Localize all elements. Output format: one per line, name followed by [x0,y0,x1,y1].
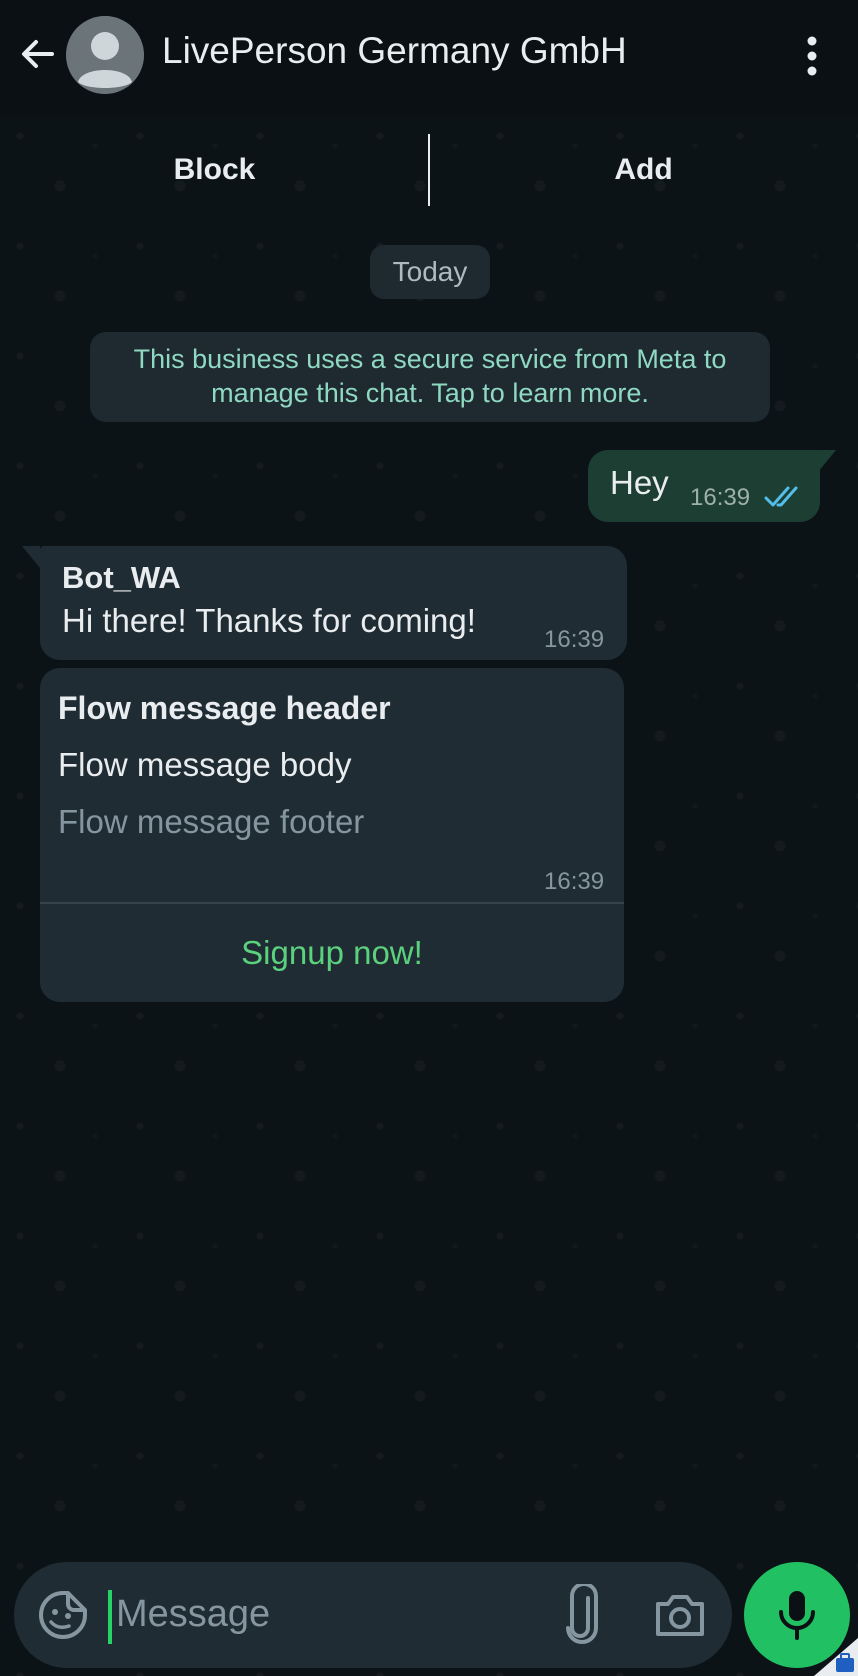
flow-message: Flow message header Flow message body Fl… [40,668,624,1002]
message-text: Hi there! Thanks for coming! [62,602,476,639]
incoming-bubble-tail [22,546,40,568]
sticker-emoji-icon [39,1591,87,1639]
flow-message-footer: Flow message footer [58,803,365,840]
paperclip-icon [566,1582,598,1644]
message-input[interactable] [110,1582,496,1646]
add-button[interactable]: Add [429,116,858,224]
chat-header: LivePerson Germany GmbH [0,0,858,116]
signup-now-button[interactable]: Signup now! [40,904,624,1002]
message-composer [14,1562,732,1668]
arrow-left-icon [22,40,54,68]
flow-message-body: Flow message body [58,746,352,783]
back-button[interactable] [14,30,62,78]
briefcase-badge-icon [814,1638,858,1676]
outgoing-message[interactable]: Hey 16:39 [588,450,820,522]
chat-title[interactable]: LivePerson Germany GmbH [162,30,627,72]
contact-avatar[interactable] [66,16,144,94]
camera-icon [656,1595,704,1636]
microphone-icon [779,1591,815,1640]
emoji-button[interactable] [36,1588,90,1642]
sender-name: Bot_WA [62,560,181,595]
message-time: 16:39 [690,484,751,511]
flow-message-header: Flow message header [58,690,391,726]
contact-action-bar: Block Add [0,116,858,224]
business-notice[interactable]: This business uses a secure service from… [90,332,770,422]
camera-button[interactable] [652,1588,708,1642]
attach-button[interactable] [554,1582,610,1646]
message-text: Hey [610,464,669,501]
more-vertical-icon [807,36,817,76]
double-check-read-icon [764,486,798,507]
block-button[interactable]: Block [0,116,429,224]
more-options-button[interactable] [794,28,830,84]
message-time: 16:39 [544,626,605,653]
incoming-message[interactable]: Bot_WA Hi there! Thanks for coming! 16:3… [40,546,627,660]
date-chip: Today [370,245,490,299]
default-avatar-icon [66,16,144,94]
outgoing-bubble-tail [818,450,836,472]
message-time: 16:39 [544,868,605,895]
